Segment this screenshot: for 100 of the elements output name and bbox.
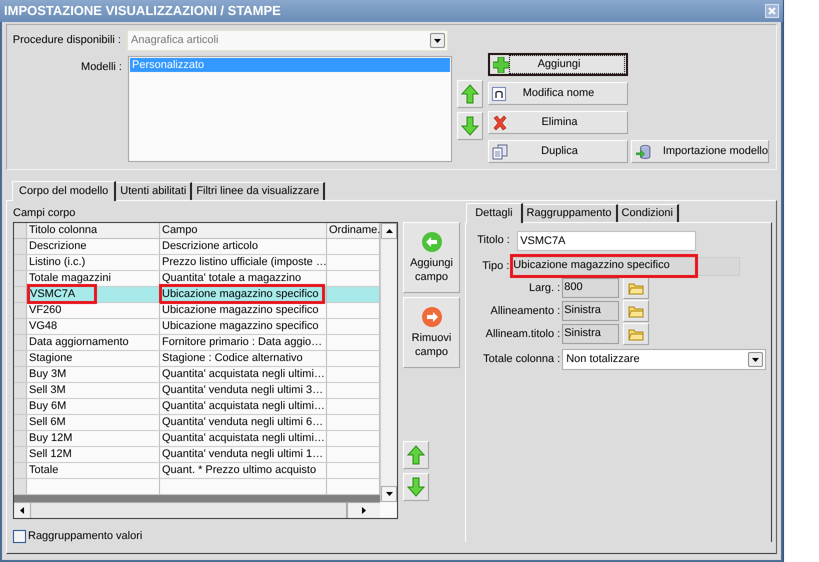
row-header xyxy=(14,463,27,478)
table-cell: Quantita' venduta negli ultimi 3… xyxy=(162,384,324,396)
grid-row[interactable]: Buy 3M Quantita' acquistata negli ultimi… xyxy=(14,367,380,383)
table-cell: Totale magazzini xyxy=(29,272,111,284)
table-cell: Sell 3M xyxy=(29,384,66,396)
table-cell: Data aggiornamento xyxy=(29,336,129,348)
up-arrow-icon xyxy=(461,84,479,104)
property-field: Sinistra xyxy=(562,324,620,344)
property-field: 800 xyxy=(562,278,620,298)
folder-icon xyxy=(628,327,644,341)
property-label: Allineam.titolo : xyxy=(484,326,562,342)
delete-icon xyxy=(492,114,508,130)
field-action-button[interactable]: Aggiungi campo xyxy=(403,222,460,293)
table-cell: Sell 6M xyxy=(29,416,66,428)
detail-tab[interactable]: Condizioni xyxy=(618,204,679,222)
rename-icon xyxy=(492,86,506,100)
down-arrow-icon xyxy=(461,116,479,136)
model-action-button[interactable]: Elimina xyxy=(488,111,628,134)
grid-row[interactable]: VF260 Ubicazione magazzino specifico xyxy=(14,303,380,319)
procedure-label: Procedure disponibili : xyxy=(12,33,122,48)
move-down-button[interactable] xyxy=(457,112,483,140)
table-cell: Buy 3M xyxy=(29,368,66,380)
grid-row[interactable]: Buy 6M Quantita' acquistata negli ultimi… xyxy=(14,399,380,415)
grid-row[interactable]: Sell 3M Quantita' venduta negli ultimi 3… xyxy=(14,383,380,399)
grid-row[interactable]: Sell 12M Quantita' venduta negli ultimi 1… xyxy=(14,447,380,463)
browse-button[interactable] xyxy=(623,323,650,345)
vertical-scrollbar[interactable] xyxy=(380,223,397,502)
property-label: Allineamento : xyxy=(490,304,562,319)
duplicate-icon xyxy=(492,144,508,160)
browse-button[interactable] xyxy=(623,300,650,322)
table-cell: Descrizione articolo xyxy=(162,240,258,252)
scroll-left-icon xyxy=(20,507,24,514)
table-cell: Stagione : Codice alternativo xyxy=(162,352,303,364)
row-header xyxy=(14,255,27,270)
import-icon xyxy=(636,144,651,160)
table-cell: VSMC7A xyxy=(27,284,97,304)
table-cell: Descrizione xyxy=(29,240,86,252)
type-label: Tipo : xyxy=(481,258,510,274)
row-header xyxy=(14,351,27,366)
detail-tab[interactable]: Raggruppamento xyxy=(522,204,618,222)
model-action-button[interactable]: Aggiungi xyxy=(488,53,628,76)
move-up-button[interactable] xyxy=(403,441,429,469)
row-header xyxy=(14,399,27,414)
move-down-button[interactable] xyxy=(403,473,429,501)
table-cell: Buy 6M xyxy=(29,400,66,412)
row-header xyxy=(14,447,27,462)
grid-row[interactable]: Data aggiornamento Fornitore primario : Data aggio… xyxy=(14,335,380,351)
model-action-button[interactable]: Modifica nome xyxy=(488,82,628,105)
group-values-checkbox[interactable]: Raggruppamento valori xyxy=(13,528,466,544)
property-field: Sinistra xyxy=(562,301,620,321)
move-up-button[interactable] xyxy=(457,80,483,108)
table-cell: Listino (i.c.) xyxy=(29,256,86,268)
row-header xyxy=(14,287,27,302)
table-cell: Totale xyxy=(29,464,58,476)
row-header xyxy=(14,431,27,446)
grid-row[interactable]: VSMC7A Ubicazione magazzino specifico xyxy=(14,287,380,303)
table-cell: Quantita' acquistata negli ultimi… xyxy=(162,400,325,412)
title-input[interactable]: VSMC7A xyxy=(517,230,696,250)
horizontal-scrollbar[interactable] xyxy=(14,502,380,518)
procedure-dropdown[interactable]: Anagrafica articoli xyxy=(127,30,448,51)
table-cell: VG48 xyxy=(29,320,58,332)
grid-row[interactable]: Sell 6M Quantita' venduta negli ultimi 6… xyxy=(14,415,380,431)
import-model-button[interactable]: Importazione modello xyxy=(631,140,769,163)
total-column-label: Totale colonna : xyxy=(482,352,562,368)
dropdown-button[interactable] xyxy=(748,352,764,367)
table-cell: Quantita' venduta negli ultimi 6… xyxy=(162,416,324,428)
scroll-up-icon xyxy=(386,229,392,233)
tab[interactable]: Utenti abilitati xyxy=(116,182,192,200)
row-header xyxy=(14,415,27,430)
column-header[interactable]: Campo xyxy=(160,223,327,238)
table-cell: Ubicazione magazzino specifico xyxy=(159,284,325,304)
grid-row[interactable]: Descrizione Descrizione articolo xyxy=(14,239,380,255)
grid-row[interactable]: Listino (i.c.) Prezzo listino ufficiale (imposte … xyxy=(14,255,380,271)
up-arrow-icon xyxy=(407,445,425,465)
browse-button[interactable] xyxy=(623,277,650,299)
detail-tab[interactable]: Dettagli xyxy=(466,203,523,223)
model-action-button[interactable]: Duplica xyxy=(488,140,628,163)
grid-row[interactable]: Buy 12M Quantita' acquistata negli ultimi… xyxy=(14,431,380,447)
row-header xyxy=(14,383,27,398)
dropdown-button[interactable] xyxy=(430,33,445,48)
tab[interactable]: Corpo del modello xyxy=(12,181,116,201)
row-header xyxy=(14,367,27,382)
grid-row[interactable]: Totale Quant. * Prezzo ultimo acquisto xyxy=(14,463,380,479)
grid-row[interactable]: VG48 Ubicazione magazzino specifico xyxy=(14,319,380,335)
folder-icon xyxy=(628,304,644,318)
close-icon xyxy=(768,7,776,15)
table-cell: Fornitore primario : Data aggio… xyxy=(162,336,322,348)
property-label: Larg. : xyxy=(528,280,562,296)
grid-row[interactable]: Stagione Stagione : Codice alternativo xyxy=(14,351,380,367)
plus-icon xyxy=(493,56,509,72)
tab[interactable]: Filtri linee da visualizzare xyxy=(192,182,326,200)
column-header[interactable]: Titolo colonna xyxy=(27,223,160,238)
table-cell: Ubicazione magazzino specifico xyxy=(162,304,319,316)
total-column-dropdown[interactable]: Non totalizzare xyxy=(562,349,766,370)
caret-icon xyxy=(752,358,760,362)
folder-icon xyxy=(628,281,644,295)
row-header xyxy=(14,319,27,334)
fields-group-title: Campi corpo xyxy=(13,206,76,220)
field-action-button[interactable]: Rimuovi campo xyxy=(403,297,460,368)
window-title: IMPOSTAZIONE VISUALIZZAZIONI / STAMPE xyxy=(4,2,281,20)
